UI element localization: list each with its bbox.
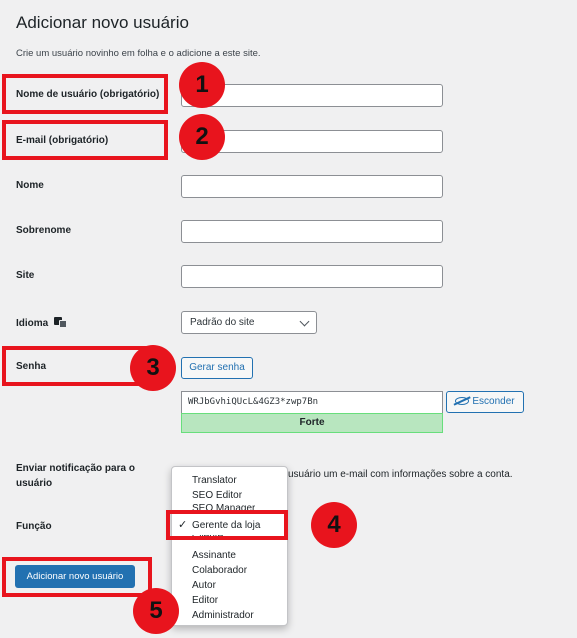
role-option-administrator[interactable]: Administrador xyxy=(192,610,254,621)
role-dropdown[interactable]: Translator SEO Editor SEO Manager ✓ Gere… xyxy=(171,466,288,626)
role-option-author[interactable]: Autor xyxy=(192,580,216,591)
highlight-username xyxy=(2,74,168,114)
page-description: Crie um usuário novinho em folha e o adi… xyxy=(16,48,261,59)
highlight-role-option xyxy=(166,510,288,540)
notify-label: Enviar notificação para o usuário xyxy=(16,463,135,489)
role-option-editor[interactable]: Editor xyxy=(192,595,218,606)
step-marker-1: 1 xyxy=(179,62,225,108)
step-marker-4: 4 xyxy=(311,502,357,548)
role-option-contributor[interactable]: Colaborador xyxy=(192,565,247,576)
language-row-label: Idioma xyxy=(16,317,68,329)
page-title: Adicionar novo usuário xyxy=(16,13,189,32)
language-select-value: Padrão do site xyxy=(190,317,255,328)
eye-slash-icon xyxy=(455,397,470,405)
site-label: Site xyxy=(16,270,35,281)
hide-password-label: Esconder xyxy=(472,396,515,407)
role-label: Função xyxy=(16,521,52,532)
role-option-translator[interactable]: Translator xyxy=(192,475,237,486)
highlight-submit xyxy=(2,557,152,597)
language-select[interactable]: Padrão do site xyxy=(181,311,317,334)
translation-icon xyxy=(54,317,68,328)
step-marker-5: 5 xyxy=(133,588,179,634)
password-input[interactable]: WRJbGvhiQUcL&4GZ3*zwp7Bn xyxy=(181,391,443,413)
lastname-input[interactable] xyxy=(181,220,443,243)
generate-password-button[interactable]: Gerar senha xyxy=(181,357,253,379)
role-option-seo-editor[interactable]: SEO Editor xyxy=(192,490,242,501)
chevron-down-icon xyxy=(299,316,310,327)
language-label: Idioma xyxy=(16,318,49,329)
hide-password-button[interactable]: Esconder xyxy=(446,391,524,413)
highlight-email xyxy=(2,120,168,160)
step-marker-2: 2 xyxy=(179,114,225,160)
firstname-input[interactable] xyxy=(181,175,443,198)
password-strength-meter: Forte xyxy=(181,413,443,433)
notify-description: usuário um e-mail com informações sobre … xyxy=(288,469,513,480)
site-input[interactable] xyxy=(181,265,443,288)
step-marker-3: 3 xyxy=(130,345,176,391)
firstname-label: Nome xyxy=(16,180,44,191)
lastname-label: Sobrenome xyxy=(16,225,72,236)
role-option-subscriber[interactable]: Assinante xyxy=(192,550,236,561)
